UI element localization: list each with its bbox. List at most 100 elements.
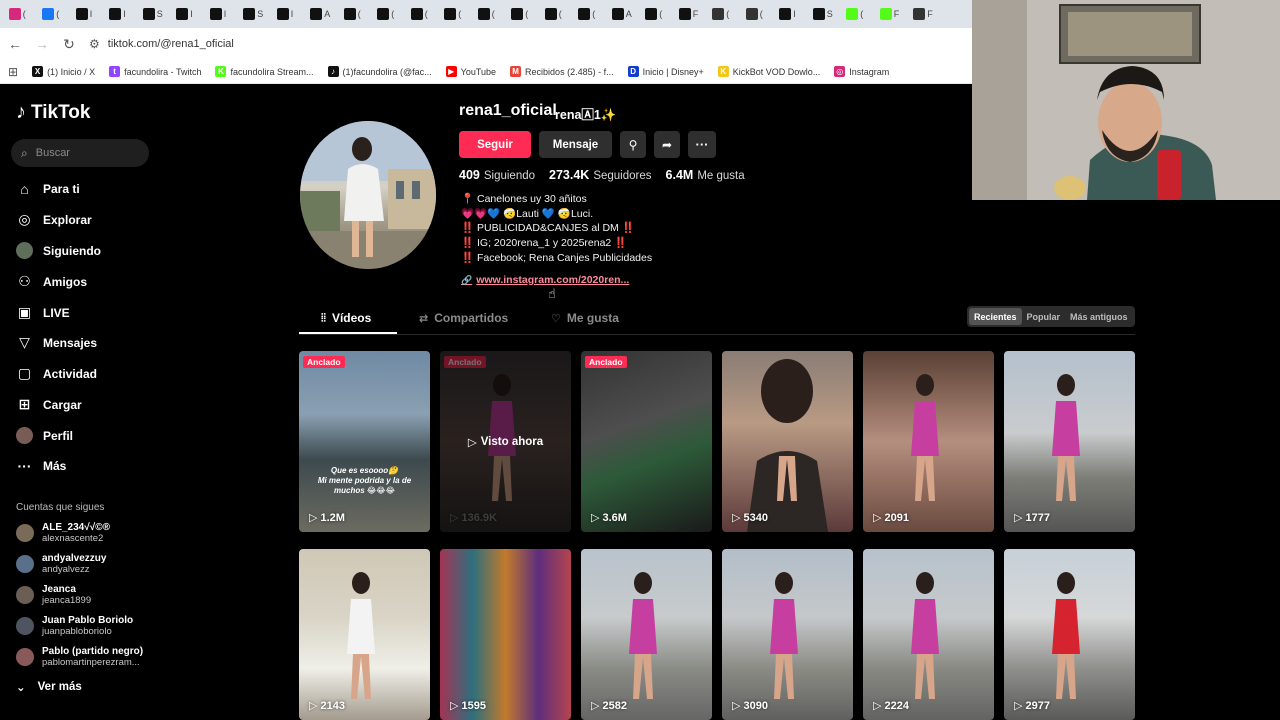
browser-tab[interactable]: (: [373, 3, 407, 25]
browser-tab[interactable]: (: [708, 3, 742, 25]
bookmark-item[interactable]: Kfacundolira Stream...: [215, 66, 314, 77]
browser-tab[interactable]: (: [473, 3, 507, 25]
browser-tab[interactable]: I: [272, 3, 306, 25]
sidebar-item-amigos[interactable]: ⚇ Amigos: [16, 273, 87, 290]
search-input[interactable]: ⌕ Buscar: [11, 139, 149, 167]
video-thumbnail[interactable]: Anclado ▷ 3.6M: [581, 351, 712, 532]
share-button[interactable]: ➦: [654, 131, 680, 158]
browser-tab[interactable]: I: [205, 3, 239, 25]
browser-tab[interactable]: (: [842, 3, 876, 25]
browser-tab[interactable]: (: [507, 3, 541, 25]
site-info-icon[interactable]: ⚙: [89, 37, 100, 51]
browser-tab[interactable]: S: [808, 3, 842, 25]
bookmark-item[interactable]: ▶ YouTube: [445, 66, 496, 77]
stat-seguidores[interactable]: 273.4K Seguidores: [549, 168, 652, 182]
browser-tab[interactable]: F: [674, 3, 708, 25]
view-count: ▷ 2582: [591, 699, 627, 713]
bookmark-item[interactable]: D Inicio | Disney+: [627, 66, 704, 77]
sidebar-item-explorar[interactable]: ◎ Explorar: [16, 211, 91, 228]
browser-tab[interactable]: (: [741, 3, 775, 25]
view-count-value: 3.6M: [602, 511, 627, 524]
bookmark-item[interactable]: ◎ Instagram: [834, 66, 889, 77]
stat-me-gusta[interactable]: 6.4M Me gusta: [666, 168, 745, 182]
sidebar-item-actividad[interactable]: ▢ Actividad: [16, 365, 97, 382]
video-thumbnail[interactable]: ▷ 2143: [299, 549, 430, 720]
video-thumbnail[interactable]: ▷ 2977: [1004, 549, 1135, 720]
more-options-button[interactable]: ···: [688, 131, 716, 158]
see-more-button[interactable]: ⌄ Ver más: [16, 680, 82, 694]
browser-tab[interactable]: I: [71, 3, 105, 25]
browser-tab[interactable]: A: [607, 3, 641, 25]
stat-label: Siguiendo: [483, 170, 536, 182]
sidebar-item-live[interactable]: ▣ LIVE: [16, 304, 70, 321]
sidebar-item-perfil[interactable]: Perfil: [16, 427, 73, 444]
video-thumbnail[interactable]: Anclado▷136.9K▷Visto ahora: [440, 351, 571, 532]
browser-tab[interactable]: (: [574, 3, 608, 25]
video-thumbnail[interactable]: ▷ 2091: [863, 351, 994, 532]
sidebar-item-para-ti[interactable]: ⌂ Para ti: [16, 180, 79, 197]
browser-tab[interactable]: S: [239, 3, 273, 25]
add-friend-button[interactable]: ⚲: [620, 131, 646, 158]
bookmark-label: (1)facundolira (@fac...: [342, 66, 432, 77]
video-thumbnail[interactable]: ▷ 2582: [581, 549, 712, 720]
browser-tab[interactable]: (: [339, 3, 373, 25]
bookmark-item[interactable]: X (1) Inicio / X: [32, 66, 95, 77]
bookmark-item[interactable]: K KickBot VOD Dowlo...: [717, 66, 820, 77]
url-field[interactable]: ⚙ tiktok.com/@rena1_oficial: [89, 37, 234, 51]
sidebar-item-más[interactable]: ··· Más: [16, 457, 67, 474]
sidebar-item-siguiendo[interactable]: Siguiendo: [16, 242, 101, 259]
following-account[interactable]: Jeanca jeanca1899: [16, 584, 91, 606]
following-account[interactable]: Juan Pablo Boriolo juanpabloboriolo: [16, 615, 133, 637]
video-thumbnail[interactable]: ▷ 1595: [440, 549, 571, 720]
tiktok-icon: [779, 8, 792, 20]
browser-tab[interactable]: S: [138, 3, 172, 25]
sort-popular[interactable]: Popular: [1022, 308, 1066, 325]
following-account[interactable]: andyalvezzuy andyalvezz: [16, 553, 106, 575]
bookmark-item[interactable]: ♪ (1)facundolira (@fac...: [327, 66, 432, 77]
back-icon[interactable]: ←: [3, 32, 27, 56]
follow-button[interactable]: Seguir: [459, 131, 531, 158]
tab-videos[interactable]: ⦙⦙ Vídeos: [321, 311, 371, 325]
browser-tab[interactable]: (: [4, 3, 38, 25]
sidebar-item-mensajes[interactable]: ▽ Mensajes: [16, 334, 97, 351]
profile-link[interactable]: 🔗 www.instagram.com/2020ren...: [461, 274, 629, 286]
address-bar: ← → ↻ ⚙ tiktok.com/@rena1_oficial: [0, 28, 972, 60]
browser-tab[interactable]: I: [105, 3, 139, 25]
apps-grid-icon[interactable]: ⊞: [8, 65, 18, 79]
account-name: ALE_234√√©®: [42, 522, 110, 533]
video-thumbnail[interactable]: ▷ 5340: [722, 351, 853, 532]
bookmark-item[interactable]: t facundolira - Twitch: [109, 66, 201, 77]
browser-tab[interactable]: (: [406, 3, 440, 25]
video-thumbnail[interactable]: ▷ 3090: [722, 549, 853, 720]
sidebar-item-cargar[interactable]: ⊞ Cargar: [16, 396, 82, 413]
video-thumbnail[interactable]: ▷ 1777: [1004, 351, 1135, 532]
tiktok-logo[interactable]: ♪ TikTok: [16, 101, 90, 124]
profile-avatar[interactable]: [300, 121, 436, 269]
browser-tab[interactable]: (: [38, 3, 72, 25]
active-tab-indicator: [299, 332, 397, 334]
following-account[interactable]: ALE_234√√©® alexnascente2: [16, 522, 110, 544]
bookmark-item[interactable]: M Recibidos (2.485) - f...: [510, 66, 614, 77]
stat-value: 409: [459, 168, 480, 182]
video-thumbnail[interactable]: ▷ 2224: [863, 549, 994, 720]
video-thumbnail[interactable]: Anclado Que es esoooo🤔 Mi mente podrida y…: [299, 351, 430, 532]
browser-tab[interactable]: I: [775, 3, 809, 25]
tab-videos-label: Vídeos: [331, 311, 372, 325]
thumbnail-figure: [1052, 374, 1080, 501]
sort-oldest[interactable]: Más antiguos: [1065, 308, 1133, 325]
browser-tab[interactable]: (: [540, 3, 574, 25]
reload-icon[interactable]: ↻: [57, 32, 81, 56]
following-account[interactable]: Pablo (partido negro) pablomartinperezram…: [16, 646, 143, 668]
browser-tab[interactable]: F: [875, 3, 909, 25]
browser-tab[interactable]: (: [440, 3, 474, 25]
browser-tab[interactable]: (: [641, 3, 675, 25]
tab-shared[interactable]: ⇄ Compartidos: [419, 311, 508, 325]
sort-recent[interactable]: Recientes: [969, 308, 1022, 325]
tab-likes[interactable]: ♡ Me gusta: [551, 311, 619, 325]
message-button[interactable]: Mensaje: [539, 131, 612, 158]
forward-icon[interactable]: →: [30, 32, 54, 56]
browser-tab[interactable]: I: [172, 3, 206, 25]
browser-tab[interactable]: A: [306, 3, 340, 25]
stat-siguiendo[interactable]: 409 Siguiendo: [459, 168, 535, 182]
browser-tab[interactable]: F: [909, 3, 943, 25]
